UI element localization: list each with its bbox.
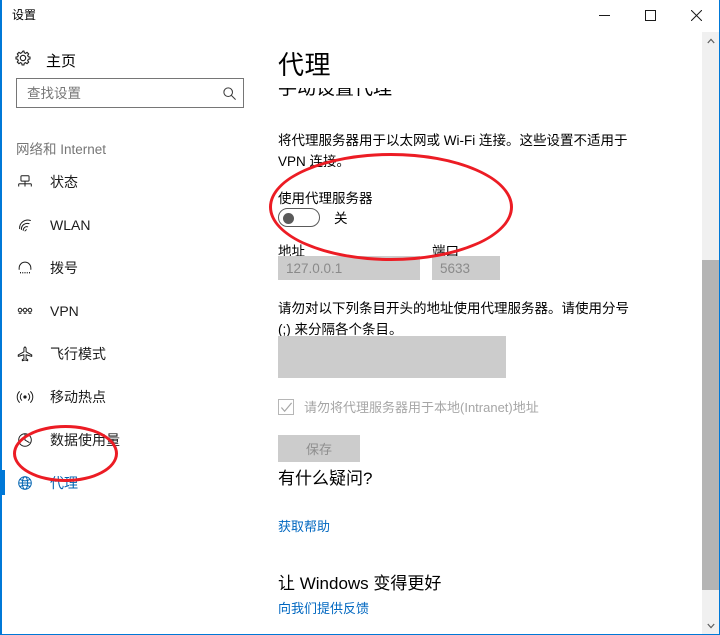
address-input[interactable]: [278, 256, 420, 280]
sidebar: 主页 网络和 Internet: [2, 32, 260, 634]
sidebar-nav-list: 状态 WLAN 拨号 VPN 飞行模式 移动热点 数据使用量 代理: [2, 160, 260, 504]
port-input[interactable]: [432, 256, 500, 280]
search-input[interactable]: [17, 79, 215, 107]
sidebar-item-mobile-hotspot[interactable]: 移动热点: [2, 375, 260, 418]
window-controls: [581, 0, 719, 30]
sidebar-item-status[interactable]: 状态: [2, 160, 260, 203]
airplane-icon: [14, 343, 36, 365]
window-title: 设置: [12, 8, 37, 22]
globe-icon: [14, 472, 36, 494]
chevron-up-icon[interactable]: [702, 32, 719, 49]
search-box[interactable]: [16, 78, 244, 108]
vpn-icon: [14, 300, 36, 322]
maximize-button[interactable]: [627, 0, 673, 30]
sidebar-item-label: 数据使用量: [50, 431, 120, 448]
sidebar-item-wlan[interactable]: WLAN: [2, 203, 260, 246]
give-feedback-link[interactable]: 向我们提供反馈: [278, 598, 369, 617]
page-title: 代理: [278, 50, 332, 80]
minimize-button[interactable]: [581, 0, 627, 30]
proxy-description: 将代理服务器用于以太网或 Wi-Fi 连接。这些设置不适用于 VPN 连接。: [278, 133, 628, 169]
bypass-description: 请勿对以下列条目开头的地址使用代理服务器。请使用分号 (;) 来分隔各个条目。: [278, 301, 629, 337]
hotspot-icon: [14, 386, 36, 408]
feedback-section-title: 让 Windows 变得更好: [278, 574, 442, 593]
dialup-icon: [14, 257, 36, 279]
sidebar-item-data-usage[interactable]: 数据使用量: [2, 418, 260, 461]
toggle-knob: [283, 212, 294, 224]
search-icon[interactable]: [215, 79, 243, 107]
sidebar-item-proxy[interactable]: 代理: [2, 461, 260, 504]
help-section-title: 有什么疑问?: [278, 469, 373, 488]
sidebar-item-label: 状态: [50, 173, 78, 190]
manual-proxy-heading: 手动设置代理: [278, 88, 393, 99]
chevron-down-icon[interactable]: [702, 617, 719, 634]
scrollbar-thumb[interactable]: [702, 260, 719, 590]
vertical-scrollbar[interactable]: [702, 32, 719, 634]
save-button[interactable]: 保存: [278, 435, 360, 462]
content-pane: 代理 手动设置代理 将代理服务器用于以太网或 Wi-Fi 连接。这些设置不适用于…: [260, 32, 719, 634]
sidebar-item-label: 代理: [50, 474, 78, 491]
close-button[interactable]: [673, 0, 719, 30]
sidebar-group-header: 网络和 Internet: [16, 142, 107, 157]
sidebar-item-label: 移动热点: [50, 388, 106, 405]
sidebar-home-label: 主页: [46, 53, 77, 70]
data-usage-icon: [14, 429, 36, 451]
toggle-state-label: 关: [334, 211, 348, 226]
sidebar-item-airplane-mode[interactable]: 飞行模式: [2, 332, 260, 375]
local-bypass-row[interactable]: 请勿将代理服务器用于本地(Intranet)地址: [278, 397, 539, 416]
gear-icon: [14, 49, 32, 72]
use-proxy-toggle[interactable]: [278, 207, 320, 227]
sidebar-item-dialup[interactable]: 拨号: [2, 246, 260, 289]
local-bypass-checkbox[interactable]: [278, 398, 294, 415]
sidebar-item-home[interactable]: 主页: [14, 49, 76, 72]
bypass-list-input[interactable]: [278, 336, 506, 378]
sidebar-item-label: WLAN: [50, 216, 91, 233]
sidebar-item-label: 飞行模式: [50, 345, 106, 362]
sidebar-item-vpn[interactable]: VPN: [2, 289, 260, 332]
title-bar: 设置: [2, 0, 719, 32]
use-proxy-toggle-row[interactable]: 关: [278, 207, 348, 227]
network-status-icon: [14, 171, 36, 193]
settings-window: 设置 主页 查找设置 网络和 Internet 状态 WLAN 拨号 VPN 飞…: [0, 0, 720, 635]
sidebar-item-label: VPN: [50, 302, 79, 319]
local-bypass-label: 请勿将代理服务器用于本地(Intranet)地址: [304, 400, 539, 415]
wifi-icon: [14, 214, 36, 236]
get-help-link[interactable]: 获取帮助: [278, 516, 330, 535]
use-proxy-label: 使用代理服务器: [278, 191, 373, 206]
sidebar-item-label: 拨号: [50, 259, 78, 276]
